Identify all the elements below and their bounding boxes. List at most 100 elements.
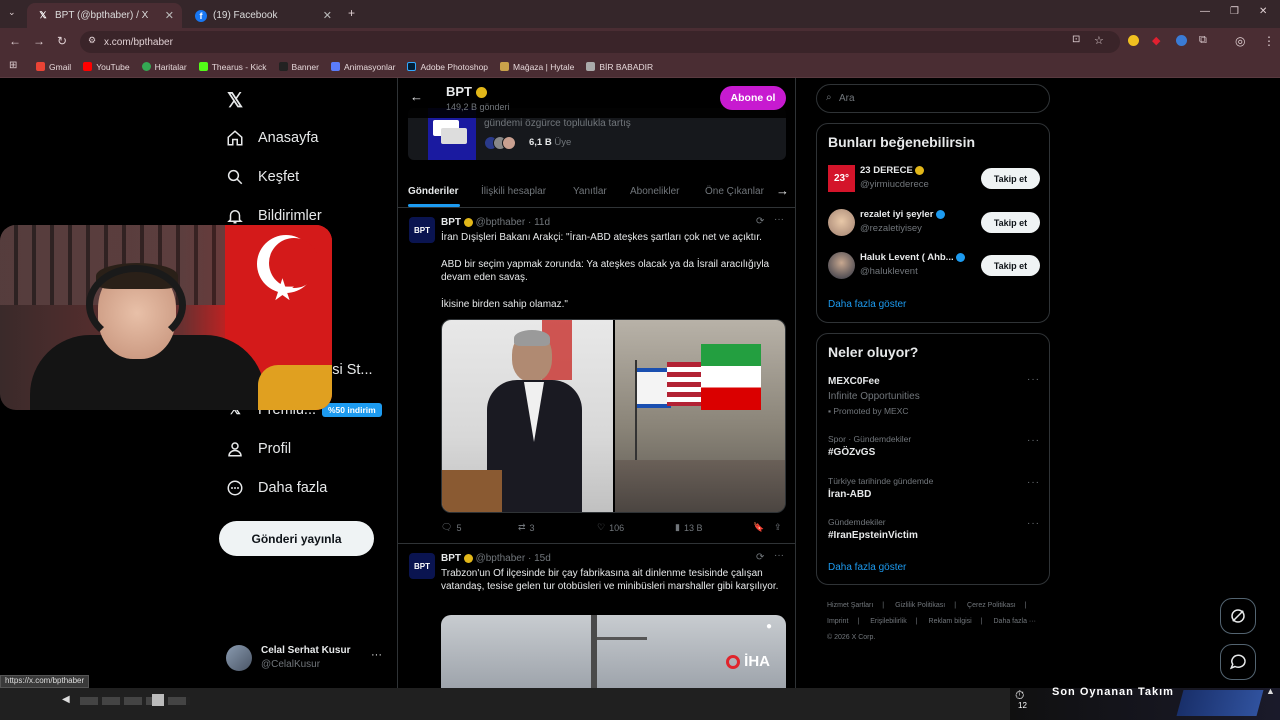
browser-tab-facebook[interactable]: f (19) Facebook ✕ — [185, 3, 340, 28]
footer-ads-info[interactable]: Reklam bilgisi — [929, 618, 972, 625]
footer-terms[interactable]: Hizmet Şartları — [827, 602, 873, 609]
messages-button[interactable] — [1220, 644, 1256, 680]
nav-explore[interactable]: Keşfet — [226, 168, 299, 186]
bookmark-banner[interactable]: Banner — [278, 62, 319, 72]
nav-home[interactable]: Anasayfa — [226, 129, 318, 147]
suggestion-name[interactable]: 23 DERECE — [860, 165, 925, 176]
extension-icon-2[interactable]: ◆ — [1152, 34, 1160, 47]
trend-name[interactable]: #GÖZvGS — [828, 447, 875, 458]
taskbar-tile[interactable] — [152, 694, 164, 706]
repost-action[interactable]: ⇄ 3 — [518, 522, 535, 533]
tab-list-icon[interactable]: ⌄ — [8, 7, 16, 18]
taskbar-up-icon[interactable]: ▲ — [1266, 686, 1275, 696]
profile-icon[interactable]: ◎ — [1235, 34, 1245, 48]
footer-more[interactable]: Daha fazla ··· — [994, 618, 1036, 625]
tab-subscriptions[interactable]: Abonelikler — [630, 186, 679, 197]
tab-related-accounts[interactable]: İlişkili hesaplar — [481, 186, 546, 197]
bookmark-kick[interactable]: Thearus - Kick — [198, 62, 267, 72]
suggestion-avatar-rezalet[interactable] — [828, 209, 855, 236]
back-arrow-icon[interactable]: ← — [410, 89, 423, 104]
restore-icon[interactable]: ❐ — [1230, 6, 1239, 17]
extension-icon-3[interactable] — [1176, 35, 1187, 46]
tweet-time[interactable]: · 15d — [528, 553, 551, 564]
extension-icon-1[interactable] — [1128, 35, 1139, 46]
account-more-icon[interactable]: ··· — [371, 649, 382, 661]
close-tab-icon[interactable]: ✕ — [323, 9, 332, 22]
bookmark-animations[interactable]: Animasyonlar — [330, 62, 395, 72]
tab-highlights[interactable]: Öne Çıkanlar — [705, 186, 764, 197]
subscribe-button[interactable]: Abone ol — [720, 86, 786, 110]
bookmark-youtube[interactable]: YouTube — [83, 62, 130, 72]
post-button[interactable]: Gönderi yayınla — [219, 521, 374, 556]
footer-imprint[interactable]: Imprint — [827, 618, 848, 625]
tweet-media[interactable] — [441, 319, 786, 513]
taskbar-left-arrow-icon[interactable]: ◀ — [62, 694, 70, 705]
bookmark-bir-babadir[interactable]: BİR BABADIR — [586, 62, 653, 72]
close-window-icon[interactable]: ✕ — [1259, 6, 1267, 17]
nav-notifications[interactable]: Bildirimler — [226, 207, 322, 225]
tweet[interactable]: BPT BPT @bpthaber · 11d ⟳ ··· İran Dışiş… — [398, 209, 795, 544]
tweet-avatar[interactable]: BPT — [409, 553, 435, 579]
follow-button[interactable]: Takip et — [981, 212, 1040, 233]
search-input[interactable]: ⌕ Ara — [816, 84, 1050, 113]
trend-name[interactable]: İran-ABD — [828, 489, 871, 500]
apps-grid-icon[interactable]: ⊞ — [9, 60, 17, 71]
like-action[interactable]: ♡ 106 — [597, 522, 624, 533]
nav-profile[interactable]: Profil — [226, 440, 291, 458]
extensions-puzzle-icon[interactable]: ⧉ — [1199, 34, 1207, 47]
tweet-time[interactable]: · 11d — [528, 217, 550, 228]
grok-icon[interactable]: ⟳ — [756, 552, 764, 563]
suggestion-avatar-23derece[interactable]: 23° — [828, 165, 855, 192]
tabs-scroll-right-icon[interactable]: → — [776, 183, 789, 198]
minimize-icon[interactable]: — — [1200, 6, 1210, 17]
tweet-handle[interactable]: @bpthaber — [476, 217, 526, 228]
trend-more-icon[interactable]: ··· — [1027, 435, 1040, 446]
footer-cookies[interactable]: Çerez Politikası — [967, 602, 1016, 609]
forward-icon[interactable]: → — [33, 34, 45, 48]
tweet-author-name[interactable]: BPT — [441, 553, 461, 564]
footer-accessibility[interactable]: Erişilebilirlik — [870, 618, 907, 625]
show-more-link[interactable]: Daha fazla göster — [828, 299, 906, 310]
trend-more-icon[interactable]: ··· — [1027, 477, 1040, 488]
bookmark-photoshop[interactable]: Adobe Photoshop — [407, 62, 488, 72]
bookmark-gmail[interactable]: Gmail — [36, 62, 71, 72]
suggestion-name[interactable]: rezalet iyi şeyler — [860, 209, 946, 220]
trend-name[interactable]: #IranEpsteinVictim — [828, 530, 918, 541]
tab-replies[interactable]: Yanıtlar — [573, 186, 607, 197]
tweet-author-name[interactable]: BPT — [441, 217, 461, 228]
tweet-more-icon[interactable]: ··· — [774, 214, 784, 225]
bookmark-star-icon[interactable]: ☆ — [1094, 34, 1104, 47]
trend-name[interactable]: MEXC0Fee — [828, 376, 880, 387]
x-logo-icon[interactable]: 𝕏 — [227, 88, 243, 113]
nav-item-partial-2[interactable]: isi St... — [329, 362, 373, 378]
tweet-media[interactable]: İHA ● — [441, 615, 786, 688]
site-info-icon[interactable]: ⚙ — [88, 35, 96, 46]
show-more-link[interactable]: Daha fazla göster — [828, 562, 906, 573]
reply-action[interactable]: 🗨 5 — [441, 522, 461, 533]
nav-more[interactable]: Daha fazla — [226, 479, 327, 497]
tweet[interactable]: BPT BPT @bpthaber · 15d ⟳ ··· Trabzon'un… — [398, 545, 795, 688]
bookmark-hytale[interactable]: Mağaza | Hytale — [500, 62, 574, 72]
menu-kebab-icon[interactable]: ⋮ — [1263, 34, 1275, 48]
grok-button[interactable] — [1220, 598, 1256, 634]
follow-button[interactable]: Takip et — [981, 168, 1040, 189]
bookmark-maps[interactable]: Haritalar — [141, 62, 187, 72]
close-tab-icon[interactable]: ✕ — [165, 9, 174, 22]
follow-button[interactable]: Takip et — [981, 255, 1040, 276]
address-bar[interactable]: x.com/bpthaber — [80, 31, 1120, 53]
views-action[interactable]: ▮ 13 B — [675, 522, 702, 533]
suggestion-avatar-haluk[interactable] — [828, 252, 855, 279]
grok-icon[interactable]: ⟳ — [756, 216, 764, 227]
account-switcher[interactable]: Celal Serhat Kusur @CelalKusur ··· — [226, 643, 384, 673]
tweet-avatar[interactable]: BPT — [409, 217, 435, 243]
back-icon[interactable]: ← — [9, 34, 21, 48]
suggestion-name[interactable]: Haluk Levent ( Ahb... — [860, 252, 966, 263]
trend-more-icon[interactable]: ··· — [1027, 374, 1040, 385]
trend-more-icon[interactable]: ··· — [1027, 518, 1040, 529]
tweet-handle[interactable]: @bpthaber — [476, 553, 526, 564]
reload-icon[interactable]: ↻ — [57, 34, 67, 48]
bookmark-icon[interactable]: 🔖 — [753, 522, 764, 533]
install-app-icon[interactable]: ⊡ — [1072, 34, 1080, 45]
tab-posts[interactable]: Gönderiler — [408, 186, 459, 197]
browser-tab-x[interactable]: 𝕏 BPT (@bpthaber) / X ✕ — [27, 3, 182, 28]
